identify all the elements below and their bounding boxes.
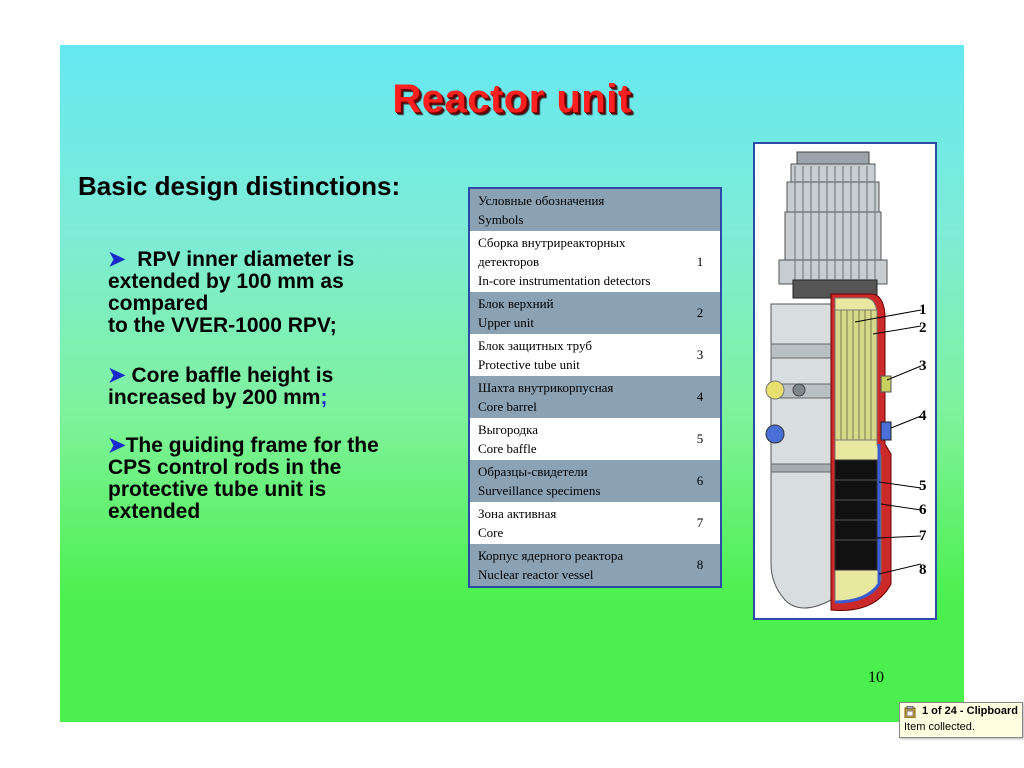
legend-header: Условные обозначения Symbols [470,189,720,231]
reactor-drawing: 1 2 3 4 5 6 7 8 [753,142,937,620]
callout-number: 1 [919,302,927,318]
bullet-line: to the VVER-1000 RPV; [108,314,337,337]
legend-row-number: 1 [696,253,704,269]
bullet-line: The guiding frame for the [125,434,379,457]
legend-row-text: Блок верхний [478,296,554,311]
callout-number: 6 [919,502,927,518]
bullet-line: extended [108,500,201,523]
legend-row-text: Выгородка [478,422,539,437]
bullet-item: ➤ Core baffle height is increased by 200… [108,365,428,409]
legend-row: Корпус ядерного реактора Nuclear reactor… [470,544,720,586]
legend-table: Условные обозначения Symbols Сборка внут… [468,187,722,588]
slide-subtitle: Basic design distinctions: [78,171,401,201]
legend-row: Выгородка Core baffle 5 [470,418,720,460]
legend-row: Блок верхний Upper unit 2 [470,292,720,334]
legend-row-text: Сборка внутриреакторных [478,235,626,250]
clipboard-icon [904,706,916,718]
legend-row-text: Core baffle [478,441,537,456]
arrow-bullet-icon: ➤ [108,248,126,271]
clipboard-message: Item collected. [904,721,975,733]
legend-row: Зона активная Core 7 [470,502,720,544]
legend-row-number: 4 [696,389,704,404]
bullet-tail: ; [320,386,328,409]
callout-number: 2 [919,320,927,336]
legend-row-text: Nuclear reactor vessel [478,567,594,582]
legend-header-ru: Условные обозначения [478,193,605,208]
callout-number: 7 [919,528,927,544]
legend-row-text: Шахта внутрикорпусная [478,380,614,395]
reactor-cutaway-illustration: 1 2 3 4 5 6 7 8 [765,151,927,611]
legend-header-en: Symbols [478,212,524,227]
callout-number: 8 [919,562,927,578]
legend-row-number: 3 [696,347,704,362]
legend-row-number: 8 [696,557,704,572]
bullet-line: Core baffle height is [131,364,334,387]
bullet-line: increased by 200 mm [108,386,321,409]
callout-number: 5 [919,478,927,494]
legend-row-number: 6 [696,473,704,488]
legend-row-text: Surveillance specimens [478,483,601,498]
slide: Reactor unit Basic design distinctions: … [60,45,964,722]
legend-row: Шахта внутрикорпусная Core barrel 4 [470,376,720,418]
slide-title: Reactor unit [392,77,632,121]
legend-row-number: 2 [696,305,704,320]
arrow-bullet-icon: ➤ [108,364,126,387]
legend-row: Сборка внутриреакторных детекторов In-co… [470,231,720,292]
page-number: 10 [868,669,884,686]
clipboard-notification[interactable]: 1 of 24 - Clipboard Item collected. [899,702,1023,738]
legend-row-text: Core [478,525,504,540]
bullet-line: extended by 100 mm as [108,270,344,293]
bullet-item: ➤The guiding frame for the CPS control r… [108,435,428,523]
legend-row: Блок защитных труб Protective tube unit … [470,334,720,376]
legend-row-text: детекторов [478,254,540,269]
legend-row-text: Protective tube unit [478,357,580,372]
bullet-line: RPV inner diameter is [137,248,355,271]
legend-row-text: Upper unit [478,315,534,330]
callout-number: 4 [919,408,927,424]
bullet-line: CPS control rods in the [108,456,342,479]
legend-row-text: Образцы-свидетели [478,464,588,479]
legend-row-number: 5 [696,431,704,446]
legend-row-text: Блок защитных труб [478,338,592,353]
legend-row-text: Core barrel [478,399,537,414]
legend-row: Образцы-свидетели Surveillance specimens… [470,460,720,502]
bullet-item: ➤ RPV inner diameter is extended by 100 … [108,249,428,337]
bullet-line: protective tube unit is [108,478,327,501]
legend-row-text: Зона активная [478,506,557,521]
legend-row-text: Корпус ядерного реактора [478,548,624,563]
arrow-bullet-icon: ➤ [108,434,126,457]
clipboard-title: 1 of 24 - Clipboard [922,705,1018,717]
bullet-line: compared [108,292,209,315]
legend-row-text: In-core instrumentation detectors [478,273,651,288]
callout-number: 3 [919,358,927,374]
legend-row-number: 7 [696,515,704,530]
